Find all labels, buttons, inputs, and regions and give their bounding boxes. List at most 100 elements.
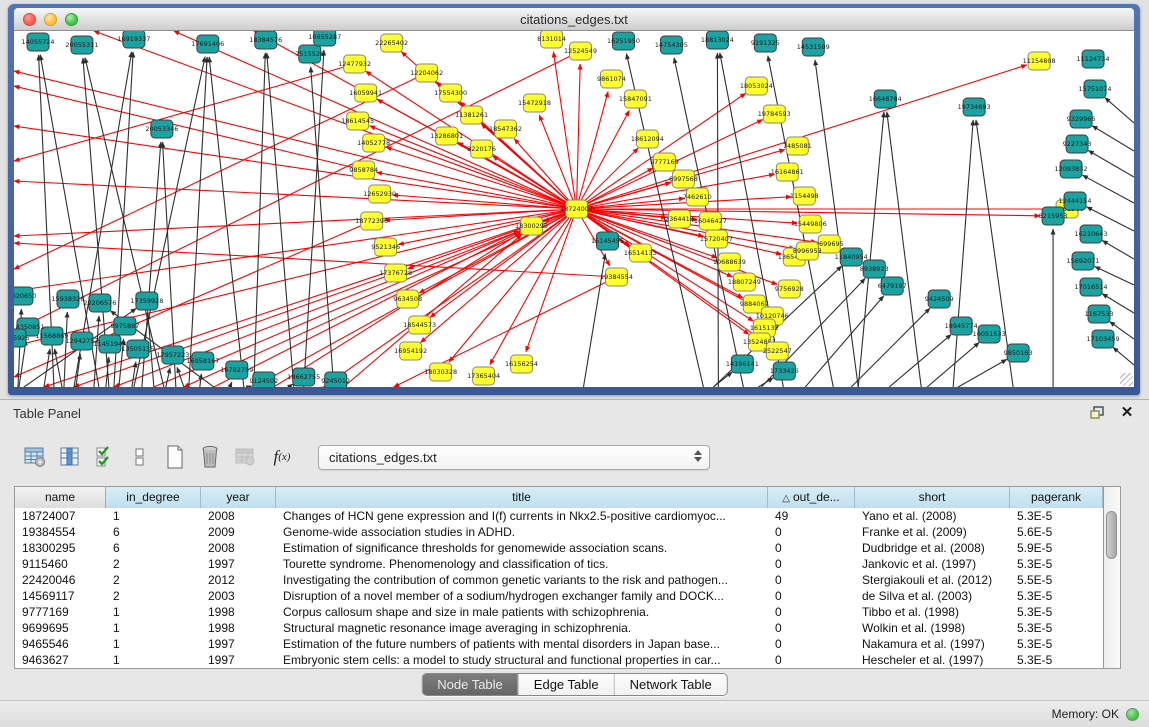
table-row[interactable]: 946362711997Embryonic stem cells: a mode… (15, 652, 1120, 668)
graph-node[interactable]: 17554300 (434, 84, 467, 102)
graph-node[interactable]: 20055311 (65, 36, 98, 54)
graph-node[interactable]: 14531509 (797, 38, 830, 56)
graph-node[interactable]: 15692071 (1067, 252, 1100, 270)
graph-edge[interactable] (200, 374, 202, 387)
graph-edge[interactable] (14, 209, 576, 236)
graph-node[interactable]: 9521346 (371, 238, 400, 256)
tab-network-table[interactable]: Network Table (614, 674, 727, 695)
network-canvas[interactable]: 1872400718300295124779321605994118614545… (14, 31, 1134, 387)
graph-node[interactable]: 11451944 (93, 335, 126, 353)
table-row[interactable]: 969969511998Structural magnetic resonanc… (15, 620, 1120, 636)
graph-node[interactable]: 16164861 (771, 163, 804, 181)
graph-node[interactable]: 1154498 (790, 187, 819, 205)
column-header-name[interactable]: name (15, 487, 106, 508)
graph-edge[interactable] (289, 384, 293, 387)
graph-edge[interactable] (14, 181, 576, 209)
graph-node[interactable]: 10655287 (308, 31, 341, 46)
graph-node[interactable]: 18384576 (249, 31, 282, 49)
table-row[interactable]: 1872400712008Changes of HCN gene express… (15, 508, 1120, 524)
graph-node[interactable]: 17016514 (1075, 278, 1108, 296)
graph-node[interactable]: 16251950 (607, 32, 640, 50)
graph-edge[interactable] (583, 254, 605, 387)
graph-node[interactable]: 19784593 (758, 105, 791, 123)
graph-edge[interactable] (14, 126, 576, 209)
graph-edge[interactable] (576, 64, 580, 209)
graph-node[interactable]: 15472918 (518, 94, 551, 112)
graph-node[interactable]: 18813024 (701, 31, 734, 49)
graph-edge[interactable] (430, 209, 576, 317)
delete-table-button[interactable] (232, 444, 258, 470)
table-row[interactable]: 911546021997Tourette syndrome. Phenomeno… (15, 556, 1120, 572)
column-header-out-de-[interactable]: △out_de... (768, 487, 855, 508)
graph-edge[interactable] (230, 382, 232, 387)
graph-node[interactable]: 9329966 (1067, 110, 1096, 128)
graph-node[interactable]: 17103459 (1087, 330, 1120, 348)
tab-edge-table[interactable]: Edge Table (518, 674, 614, 695)
graph-node[interactable]: 11124734 (1077, 50, 1110, 68)
graph-edge[interactable] (174, 31, 577, 209)
vertical-scrollbar[interactable] (1103, 487, 1120, 668)
column-header-in-degree[interactable]: in_degree (106, 487, 201, 508)
close-window-icon[interactable] (23, 13, 36, 26)
graph-node[interactable]: 15751074 (1079, 80, 1112, 98)
graph-node[interactable]: 9858784 (349, 161, 378, 179)
graph-node[interactable]: 17359928 (130, 292, 163, 310)
zoom-window-icon[interactable] (65, 13, 78, 26)
graph-edge[interactable] (14, 51, 580, 331)
graph-node[interactable]: 11381261 (455, 106, 488, 124)
graph-node[interactable]: 15847091 (619, 90, 652, 108)
graph-node[interactable]: 16919337 (117, 31, 150, 48)
graph-node[interactable]: 22265402 (375, 34, 408, 52)
graph-node[interactable]: 11154808 (1023, 52, 1056, 70)
graph-node[interactable]: 9850163 (1004, 344, 1033, 362)
graph-node[interactable]: 1167533 (1085, 305, 1114, 323)
table-row[interactable]: 946554611997Estimation of the future num… (15, 636, 1120, 652)
new-column-button[interactable] (162, 444, 188, 470)
graph-node[interactable]: 14754305 (655, 36, 688, 54)
graph-node[interactable]: 18614545 (341, 112, 374, 130)
graph-node[interactable]: 18612094 (631, 130, 664, 148)
float-panel-icon[interactable] (1089, 405, 1105, 421)
graph-edge[interactable] (576, 92, 608, 209)
graph-node[interactable]: 16046427 (694, 212, 727, 230)
graph-node[interactable]: 1733426 (770, 362, 799, 380)
graph-node[interactable]: 12477932 (338, 55, 371, 73)
graph-node[interactable]: 9245012 (321, 372, 350, 387)
graph-edge[interactable] (189, 57, 207, 387)
graph-node[interactable]: 16954192 (394, 342, 427, 360)
graph-edge[interactable] (85, 58, 164, 387)
graph-node[interactable]: 9424509 (925, 290, 954, 308)
close-panel-icon[interactable]: ✕ (1119, 405, 1135, 421)
select-columns-button[interactable] (57, 444, 83, 470)
graph-edge[interactable] (953, 120, 973, 387)
graph-node[interactable]: 13505135 (121, 340, 154, 358)
graph-edge[interactable] (64, 312, 67, 387)
network-canvas-svg[interactable]: 1872400718300295124779321605994118614545… (14, 31, 1134, 387)
graph-node[interactable]: 9756928 (775, 280, 804, 298)
table-row[interactable]: 1456911722003Disruption of a novel membe… (15, 588, 1120, 604)
graph-node[interactable]: 2620650 (14, 287, 36, 305)
graph-node[interactable]: 3220176 (467, 140, 496, 158)
graph-edge[interactable] (14, 243, 616, 277)
graph-edge[interactable] (54, 349, 61, 387)
graph-node[interactable]: 19734693 (958, 98, 991, 116)
graph-edge[interactable] (14, 64, 355, 161)
table-mode-button[interactable] (22, 444, 48, 470)
graph-node[interactable]: 16156254 (505, 355, 538, 373)
graph-node[interactable]: 18772396 (355, 212, 388, 230)
graph-node[interactable]: 9191325 (751, 34, 780, 52)
table-row[interactable]: 977716911998Corpus callosum shape and si… (15, 604, 1120, 620)
table-row[interactable]: 1830029562008Estimation of significance … (15, 540, 1120, 556)
graph-node[interactable]: 17365404 (467, 367, 500, 385)
graph-node[interactable]: 2364418 (665, 210, 694, 228)
minimize-window-icon[interactable] (44, 13, 57, 26)
graph-node[interactable]: 7515526 (295, 45, 324, 63)
graph-node[interactable]: 8215953 (1039, 207, 1068, 225)
column-header-short[interactable]: short (855, 487, 1010, 508)
function-builder-button[interactable]: f(x) (269, 444, 295, 470)
graph-node[interactable]: 8131014 (537, 31, 566, 48)
graph-node[interactable]: 8938923 (860, 260, 889, 278)
graph-edge[interactable] (713, 372, 732, 387)
graph-edge[interactable] (370, 126, 577, 209)
graph-node[interactable]: 7462610 (683, 188, 712, 206)
